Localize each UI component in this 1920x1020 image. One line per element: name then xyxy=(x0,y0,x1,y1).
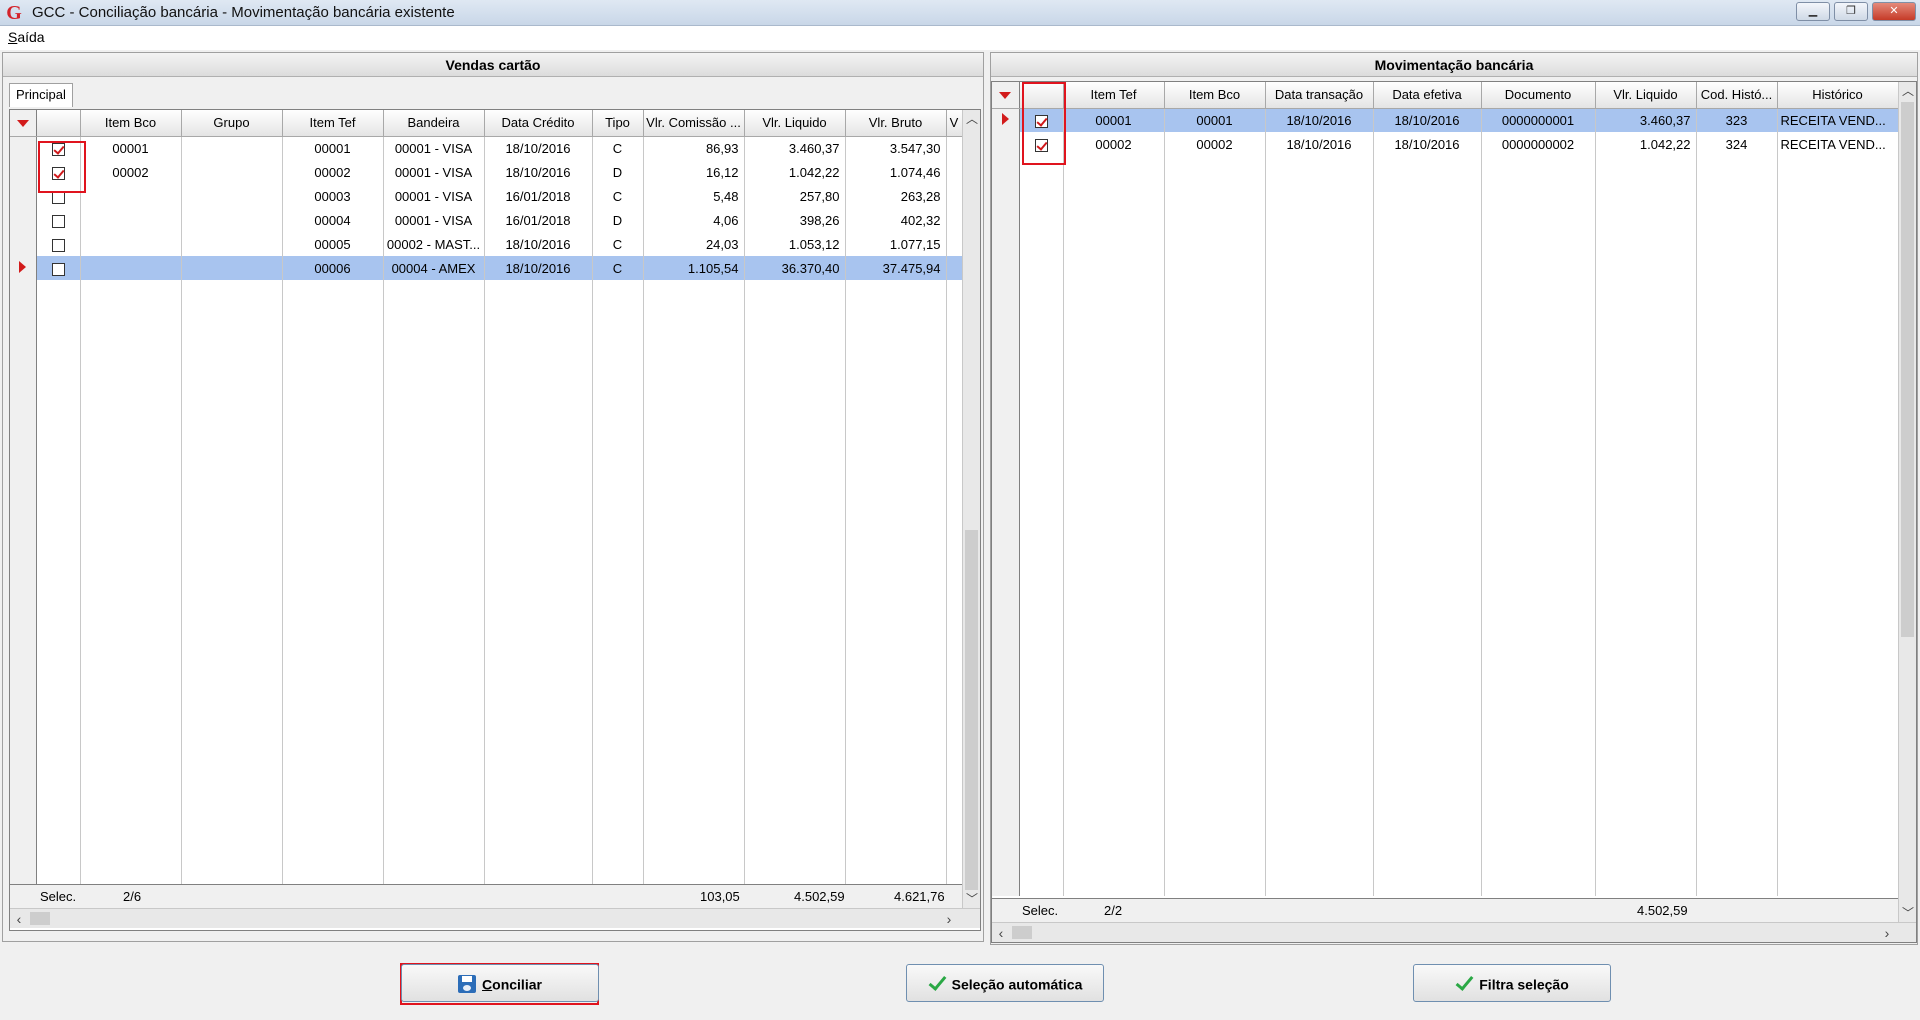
footer-selec-count: 2/2 xyxy=(1104,903,1123,918)
col-data-efetiva[interactable]: Data efetiva xyxy=(1373,82,1482,109)
col-check-header[interactable] xyxy=(36,110,81,137)
scroll-up-icon[interactable]: ︿ xyxy=(1899,82,1916,100)
movimentacao-horizontal-scrollbar[interactable]: ‹ › xyxy=(992,922,1916,942)
footer-selec-label: Selec. xyxy=(1022,903,1059,918)
footer-total-bruto: 4.621,76 xyxy=(894,889,945,904)
scroll-up-icon[interactable]: ︿ xyxy=(963,110,980,128)
col-item-tef[interactable]: Item Tef xyxy=(1063,82,1165,109)
table-row-selected[interactable]: 00006 00004 - AMEX 18/10/2016 C 1.105,54… xyxy=(10,256,963,280)
col-documento[interactable]: Documento xyxy=(1481,82,1596,109)
table-row[interactable]: 00002 00002 00001 - VISA 18/10/2016 D 16… xyxy=(10,160,963,184)
scroll-right-icon[interactable]: › xyxy=(1878,923,1896,942)
col-vlr-liquido[interactable]: Vlr. Liquido xyxy=(1595,82,1697,109)
grid-menu-icon[interactable] xyxy=(992,82,1020,109)
vendas-table: Item Bco Grupo Item Tef Bandeira Data Cr… xyxy=(10,110,963,888)
footer-selec-label: Selec. xyxy=(40,889,77,904)
hscroll-thumb[interactable] xyxy=(1012,926,1032,939)
vendas-horizontal-scrollbar[interactable]: ‹ › xyxy=(10,908,980,928)
selecao-automatica-button[interactable]: Seleção automática xyxy=(906,964,1104,1002)
row-checkbox[interactable] xyxy=(1034,138,1048,152)
current-row-arrow-icon xyxy=(10,256,37,280)
movimentacao-footer: Selec. 2/2 4.502,59 xyxy=(992,898,1898,922)
col-cod-historico[interactable]: Cod. Histó... xyxy=(1696,82,1778,109)
movimentacao-panel: Movimentação bancária Item Tef Item Bco … xyxy=(990,52,1918,945)
footer-total-comissao: 103,05 xyxy=(700,889,740,904)
movimentacao-grid: Item Tef Item Bco Data transação Data ef… xyxy=(991,81,1917,943)
col-item-bco[interactable]: Item Bco xyxy=(1164,82,1266,109)
current-row-arrow-icon xyxy=(992,108,1020,132)
col-bandeira[interactable]: Bandeira xyxy=(383,110,485,137)
row-checkbox[interactable] xyxy=(51,190,65,204)
vendas-cartao-title: Vendas cartão xyxy=(3,53,983,77)
checkmark-icon xyxy=(928,975,946,989)
minimize-button[interactable]: ▁ xyxy=(1796,2,1830,21)
footer-total-liquido: 4.502,59 xyxy=(794,889,845,904)
row-checkbox[interactable] xyxy=(1034,114,1048,128)
row-indicator xyxy=(10,184,37,208)
scroll-thumb[interactable] xyxy=(965,530,978,890)
col-historico[interactable]: Histórico xyxy=(1777,82,1899,109)
conciliar-button[interactable]: Conciliar xyxy=(401,964,599,1002)
row-checkbox[interactable] xyxy=(51,142,65,156)
col-vlr-liquido[interactable]: Vlr. Liquido xyxy=(744,110,846,137)
checkmark-icon xyxy=(1455,975,1473,989)
vendas-grid: Item Bco Grupo Item Tef Bandeira Data Cr… xyxy=(9,109,981,931)
col-vlr-bruto[interactable]: Vlr. Bruto xyxy=(845,110,947,137)
table-row[interactable]: 00004 00001 - VISA 16/01/2018 D 4,06 398… xyxy=(10,208,963,232)
movimentacao-vertical-scrollbar[interactable]: ︿ ﹀ xyxy=(1898,82,1916,922)
table-row[interactable]: 00005 00002 - MAST... 18/10/2016 C 24,03… xyxy=(10,232,963,256)
menu-saida[interactable]: Saída xyxy=(8,29,45,45)
table-row[interactable]: 00003 00001 - VISA 16/01/2018 C 5,48 257… xyxy=(10,184,963,208)
tab-principal[interactable]: Principal xyxy=(9,83,73,107)
col-item-bco[interactable]: Item Bco xyxy=(80,110,182,137)
footer-total-liquido: 4.502,59 xyxy=(1637,903,1688,918)
scroll-down-icon[interactable]: ﹀ xyxy=(1899,904,1916,922)
scroll-left-icon[interactable]: ‹ xyxy=(10,909,28,929)
title-bar: G GCC - Conciliação bancária - Movimenta… xyxy=(0,0,1920,26)
row-indicator xyxy=(10,136,37,160)
scroll-down-icon[interactable]: ﹀ xyxy=(963,890,980,908)
vendas-footer: Selec. 2/6 103,05 4.502,59 4.621,76 xyxy=(10,884,962,908)
vendas-vertical-scrollbar[interactable]: ︿ ﹀ xyxy=(962,110,980,908)
filtra-selecao-button[interactable]: Filtra seleção xyxy=(1413,964,1611,1002)
movimentacao-title: Movimentação bancária xyxy=(991,53,1917,77)
save-icon xyxy=(458,975,477,994)
col-grupo[interactable]: Grupo xyxy=(181,110,283,137)
footer-selec-count: 2/6 xyxy=(123,889,142,904)
grid-menu-icon[interactable] xyxy=(10,110,37,137)
scroll-right-icon[interactable]: › xyxy=(940,909,958,929)
row-checkbox[interactable] xyxy=(51,214,65,228)
close-button[interactable]: ✕ xyxy=(1872,2,1916,21)
col-data-transacao[interactable]: Data transação xyxy=(1265,82,1374,109)
vendas-cartao-panel: Vendas cartão Principal Item Bco Grupo I… xyxy=(2,52,984,942)
table-row[interactable]: 00001 00001 00001 - VISA 18/10/2016 C 86… xyxy=(10,136,963,160)
table-row[interactable]: 00002 00002 18/10/2016 18/10/2016 000000… xyxy=(992,132,1899,156)
menu-bar: Saída xyxy=(0,26,1920,50)
scroll-left-icon[interactable]: ‹ xyxy=(992,923,1010,942)
hscroll-thumb[interactable] xyxy=(30,912,50,925)
col-tipo[interactable]: Tipo xyxy=(592,110,644,137)
scroll-thumb[interactable] xyxy=(1901,102,1914,637)
col-vlr-comissao[interactable]: Vlr. Comissão ... xyxy=(643,110,745,137)
row-checkbox[interactable] xyxy=(51,262,65,276)
row-indicator xyxy=(10,160,37,184)
window-title: GCC - Conciliação bancária - Movimentaçã… xyxy=(32,4,455,21)
table-row-selected[interactable]: 00001 00001 18/10/2016 18/10/2016 000000… xyxy=(992,108,1899,132)
app-logo-icon: G xyxy=(6,2,22,24)
movimentacao-table: Item Tef Item Bco Data transação Data ef… xyxy=(992,82,1899,896)
row-indicator xyxy=(10,208,37,232)
row-indicator xyxy=(992,132,1020,156)
col-check-header[interactable] xyxy=(1019,82,1064,109)
col-extra[interactable]: V xyxy=(946,110,963,137)
row-checkbox[interactable] xyxy=(51,166,65,180)
col-item-tef[interactable]: Item Tef xyxy=(282,110,384,137)
row-indicator xyxy=(10,232,37,256)
restore-button[interactable]: ❐ xyxy=(1834,2,1868,21)
col-data-credito[interactable]: Data Crédito xyxy=(484,110,593,137)
row-checkbox[interactable] xyxy=(51,238,65,252)
